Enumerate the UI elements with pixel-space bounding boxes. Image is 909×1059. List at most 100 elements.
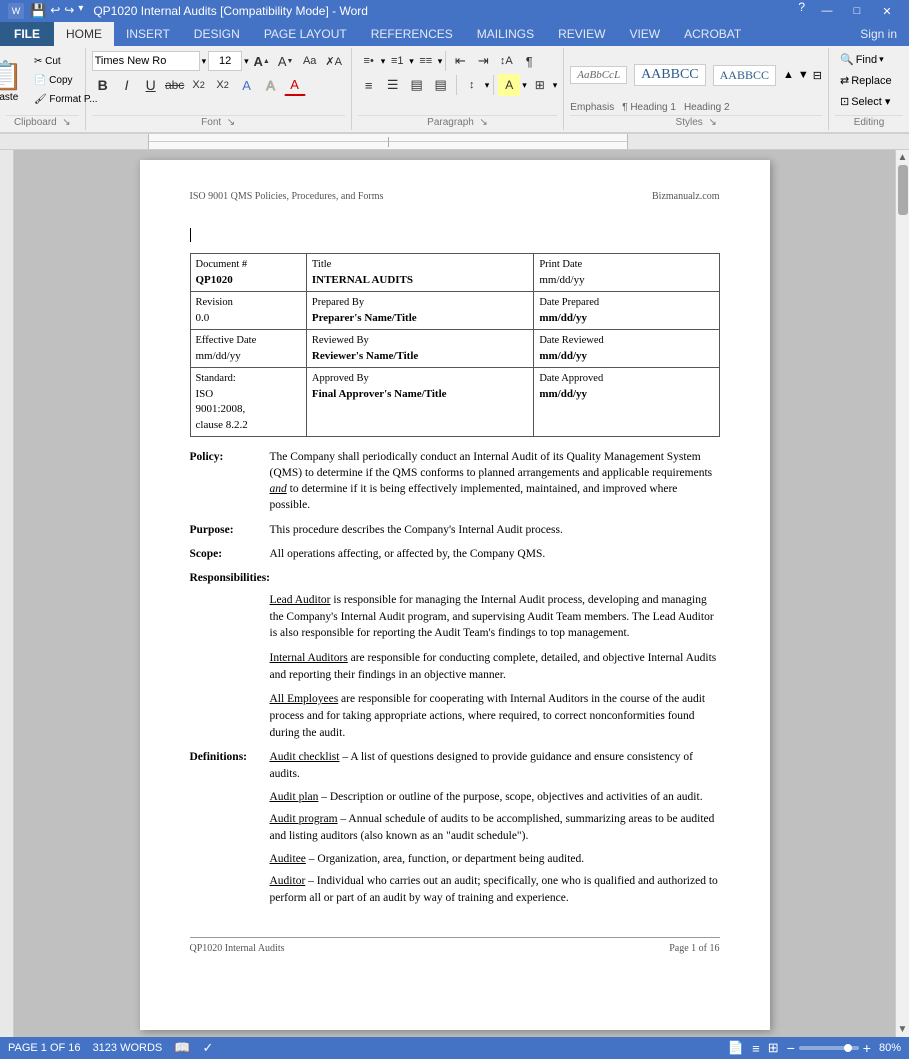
responsibilities-section: Responsibilities: Lead Auditor is respon… bbox=[190, 570, 720, 741]
tab-page-layout[interactable]: PAGE LAYOUT bbox=[252, 22, 359, 46]
multilevel-button[interactable]: ≡≡ bbox=[415, 50, 437, 72]
font-name-input[interactable]: Times New Ro bbox=[92, 51, 200, 71]
scroll-up-button[interactable]: ▲ bbox=[898, 152, 908, 163]
font-color-button[interactable]: A bbox=[284, 74, 306, 96]
tab-home[interactable]: HOME bbox=[54, 22, 114, 46]
bold-button[interactable]: B bbox=[92, 74, 114, 96]
scroll-thumb[interactable] bbox=[898, 165, 908, 215]
multilevel-dropdown[interactable]: ▾ bbox=[438, 56, 443, 67]
file-tab[interactable]: FILE bbox=[0, 22, 54, 46]
zoom-out-button[interactable]: − bbox=[787, 1040, 795, 1056]
line-spacing-dropdown[interactable]: ▾ bbox=[485, 80, 490, 91]
replace-icon: ⇄ bbox=[840, 74, 849, 87]
header-right: Bizmanualz.com bbox=[652, 190, 719, 204]
find-button[interactable]: 🔍 Find ▾ bbox=[835, 50, 897, 69]
borders-dropdown[interactable]: ▾ bbox=[553, 80, 558, 91]
align-right-button[interactable]: ▤ bbox=[406, 74, 428, 96]
strikethrough-button[interactable]: abc bbox=[164, 74, 186, 96]
increase-indent-button[interactable]: ⇥ bbox=[472, 50, 494, 72]
clear-formatting-button[interactable]: ✗A bbox=[323, 50, 345, 72]
footer-left: QP1020 Internal Audits bbox=[190, 942, 285, 956]
style-emphasis[interactable]: AaBbCcL bbox=[570, 66, 627, 84]
tab-mailings[interactable]: MAILINGS bbox=[465, 22, 546, 46]
definition-item-3: Audit program – Annual schedule of audit… bbox=[270, 811, 720, 844]
scope-text: All operations affecting, or affected by… bbox=[270, 546, 720, 562]
subscript-button[interactable]: X2 bbox=[188, 74, 210, 96]
close-button[interactable]: ✕ bbox=[873, 0, 901, 22]
styles-scroll-up[interactable]: ▲ bbox=[783, 69, 794, 81]
definitions-section: Definitions: Audit checklist – A list of… bbox=[190, 749, 720, 912]
zoom-slider[interactable] bbox=[799, 1046, 859, 1050]
tab-insert[interactable]: INSERT bbox=[114, 22, 182, 46]
style-heading2[interactable]: AABBCC bbox=[713, 65, 776, 86]
text-highlight-button[interactable]: A bbox=[260, 74, 282, 96]
styles-scroll-down[interactable]: ▼ bbox=[798, 69, 809, 81]
text-effects-button[interactable]: A bbox=[236, 74, 258, 96]
shading-dropdown[interactable]: ▾ bbox=[522, 80, 527, 91]
justify-button[interactable]: ▤ bbox=[430, 74, 452, 96]
redo-icon[interactable]: ↪ bbox=[64, 3, 74, 19]
date-approved-value: mm/dd/yy bbox=[539, 388, 587, 400]
scroll-down-button[interactable]: ▼ bbox=[898, 1024, 908, 1035]
font-size-input[interactable]: 12 bbox=[208, 51, 242, 71]
sort-button[interactable]: ↕A bbox=[495, 50, 517, 72]
view-print-button[interactable]: 📄 bbox=[728, 1040, 744, 1056]
definitions-heading-block: Definitions: Audit checklist – A list of… bbox=[190, 749, 720, 912]
align-center-button[interactable]: ☰ bbox=[382, 74, 404, 96]
numbering-dropdown[interactable]: ▾ bbox=[409, 56, 414, 67]
tab-design[interactable]: DESIGN bbox=[182, 22, 252, 46]
paste-button[interactable]: 📋 Paste bbox=[0, 56, 28, 106]
bullets-button[interactable]: ≡• bbox=[358, 50, 380, 72]
italic-button[interactable]: I bbox=[116, 74, 138, 96]
tab-references[interactable]: REFERENCES bbox=[359, 22, 465, 46]
zoom-controls[interactable]: − + 80% bbox=[787, 1040, 901, 1056]
font-size-dropdown-icon[interactable]: ▾ bbox=[244, 56, 249, 67]
numbering-button[interactable]: ≡1 bbox=[386, 50, 408, 72]
decrease-indent-button[interactable]: ⇤ bbox=[449, 50, 471, 72]
table-row: Revision 0.0 Prepared By Preparer's Name… bbox=[190, 292, 719, 330]
shading-button[interactable]: A bbox=[498, 74, 520, 96]
minimize-button[interactable]: — bbox=[813, 0, 841, 22]
ruler bbox=[0, 134, 909, 150]
grow-font-button[interactable]: A▲ bbox=[251, 50, 273, 72]
window-controls: ? — □ ✕ bbox=[792, 0, 901, 22]
styles-group-label: Styles ↘ bbox=[570, 115, 822, 128]
superscript-button[interactable]: X2 bbox=[212, 74, 234, 96]
style-heading1[interactable]: AABBCC bbox=[634, 64, 706, 86]
tab-review[interactable]: REVIEW bbox=[546, 22, 617, 46]
footer-right: Page 1 of 16 bbox=[669, 942, 719, 956]
responsibilities-heading: Responsibilities: bbox=[190, 570, 720, 586]
zoom-thumb[interactable] bbox=[844, 1044, 852, 1052]
save-icon[interactable]: 💾 bbox=[30, 3, 46, 19]
borders-button[interactable]: ⊞ bbox=[529, 74, 551, 96]
find-dropdown-icon[interactable]: ▾ bbox=[879, 54, 884, 65]
tab-view[interactable]: VIEW bbox=[617, 22, 672, 46]
sign-in-link[interactable]: Sign in bbox=[848, 22, 909, 46]
doc-num-value: QP1020 bbox=[196, 274, 233, 286]
font-name-dropdown-icon[interactable]: ▾ bbox=[202, 56, 207, 67]
undo-icon[interactable]: ↩ bbox=[50, 3, 60, 19]
change-case-button[interactable]: Aa bbox=[299, 50, 321, 72]
show-formatting-button[interactable]: ¶ bbox=[518, 50, 540, 72]
help-icon[interactable]: ? bbox=[792, 0, 811, 22]
zoom-in-button[interactable]: + bbox=[863, 1040, 871, 1056]
styles-more[interactable]: ⊟ bbox=[813, 69, 822, 82]
responsibility-item-3: All Employees are responsible for cooper… bbox=[270, 691, 720, 741]
word-icon: W bbox=[8, 3, 24, 19]
approved-by-value: Final Approver's Name/Title bbox=[312, 388, 447, 400]
tab-acrobat[interactable]: ACROBAT bbox=[672, 22, 753, 46]
view-web-button[interactable]: ≡ bbox=[752, 1041, 760, 1056]
underline-button[interactable]: U bbox=[140, 74, 162, 96]
shrink-font-button[interactable]: A▼ bbox=[275, 50, 297, 72]
title-text: QP1020 Internal Audits [Compatibility Mo… bbox=[93, 4, 368, 18]
bullets-dropdown[interactable]: ▾ bbox=[381, 56, 386, 67]
maximize-button[interactable]: □ bbox=[843, 0, 871, 22]
view-outline-button[interactable]: ⊞ bbox=[768, 1040, 779, 1056]
replace-button[interactable]: ⇄ Replace bbox=[835, 71, 897, 90]
line-spacing-button[interactable]: ↕ bbox=[461, 74, 483, 96]
customize-icon[interactable]: ▾ bbox=[78, 3, 83, 19]
vertical-scrollbar[interactable]: ▲ ▼ bbox=[895, 150, 909, 1037]
select-button[interactable]: ⊡ Select ▾ bbox=[835, 92, 897, 111]
clipboard-label: Clipboard ↘ bbox=[6, 115, 79, 128]
align-left-button[interactable]: ≡ bbox=[358, 74, 380, 96]
